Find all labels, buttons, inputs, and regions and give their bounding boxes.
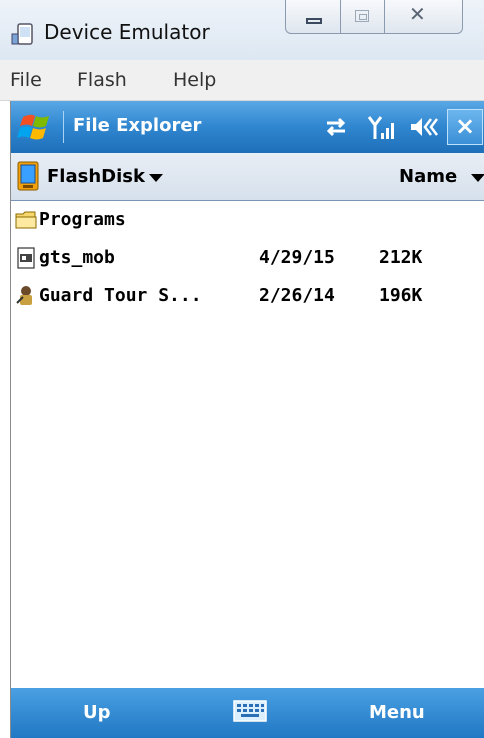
- softkey-menu[interactable]: Menu: [369, 702, 425, 723]
- folder-icon: [15, 211, 37, 229]
- chevron-down-icon[interactable]: [471, 174, 484, 182]
- maximize-icon: [355, 10, 369, 22]
- menu-flash[interactable]: Flash: [77, 69, 127, 91]
- sync-icon[interactable]: [323, 115, 349, 139]
- device-emulator-app-icon: [11, 23, 33, 45]
- file-date: 4/29/15: [259, 247, 335, 268]
- chevron-down-icon[interactable]: [149, 174, 163, 182]
- device-close-button[interactable]: ×: [447, 109, 483, 145]
- file-name: Programs: [39, 209, 126, 230]
- device-titlebar: File Explorer ×: [11, 101, 484, 153]
- file-name: gts_mob: [39, 247, 115, 268]
- window-title: Device Emulator: [44, 20, 210, 44]
- file-date: 2/26/14: [259, 285, 335, 306]
- close-icon: ×: [454, 112, 476, 140]
- file-list: Programs gts_mob 4/29/15 212K Guard Tour…: [11, 201, 484, 315]
- device-screen: File Explorer × FlashDisk Name Programs …: [10, 101, 484, 738]
- list-item[interactable]: Programs: [11, 201, 484, 239]
- maximize-button[interactable]: [341, 0, 385, 34]
- close-icon: ✕: [409, 2, 426, 26]
- titlebar-divider: [63, 111, 64, 143]
- menu-help[interactable]: Help: [173, 69, 216, 91]
- minimize-icon: [306, 18, 322, 24]
- keyboard-icon[interactable]: [233, 698, 267, 724]
- list-item[interactable]: gts_mob 4/29/15 212K: [11, 239, 484, 277]
- executable-file-icon: [17, 247, 35, 269]
- window-titlebar: Device Emulator ✕: [0, 0, 484, 60]
- file-name: Guard Tour S...: [39, 285, 202, 306]
- softkey-up[interactable]: Up: [83, 702, 111, 723]
- file-size: 212K: [379, 247, 423, 268]
- location-dropdown[interactable]: FlashDisk: [47, 166, 145, 187]
- softkey-bar: Up Menu: [11, 688, 484, 738]
- storage-card-icon: [17, 161, 39, 191]
- minimize-button[interactable]: [285, 0, 341, 34]
- close-button[interactable]: ✕: [385, 0, 463, 34]
- menu-file[interactable]: File: [10, 69, 42, 91]
- location-bar: FlashDisk Name: [11, 153, 484, 201]
- signal-strength-icon[interactable]: [367, 115, 395, 141]
- sort-dropdown[interactable]: Name: [399, 166, 457, 187]
- volume-icon[interactable]: [409, 115, 439, 139]
- windows-start-icon[interactable]: [17, 111, 53, 143]
- file-size: 196K: [379, 285, 423, 306]
- application-icon: [16, 286, 32, 305]
- list-item[interactable]: Guard Tour S... 2/26/14 196K: [11, 277, 484, 315]
- menubar: File Flash Help: [0, 60, 484, 101]
- device-title: File Explorer: [73, 115, 202, 136]
